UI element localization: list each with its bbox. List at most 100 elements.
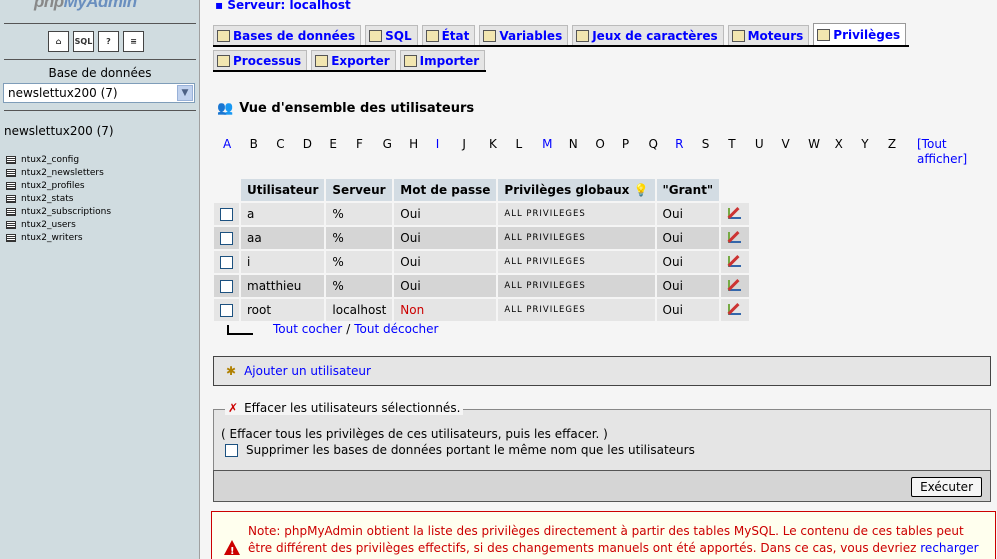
letter-b: B: [249, 137, 258, 151]
uncheck-all-link[interactable]: Tout décocher: [354, 322, 438, 336]
table-list-item[interactable]: ntux2_writers: [6, 231, 111, 244]
divider: [4, 110, 196, 111]
delete-info-text: ( Effacer tous les privilèges de ces uti…: [221, 427, 608, 441]
column-header-text: Utilisateur: [247, 183, 319, 197]
home-icon[interactable]: ⌂: [48, 31, 69, 52]
add-user-link[interactable]: Ajouter un utilisateur: [244, 364, 371, 378]
letter-a[interactable]: A: [223, 137, 250, 151]
row-select-cell: [214, 299, 239, 321]
row-checkbox[interactable]: [220, 280, 233, 293]
tab-bases-de-donn-es[interactable]: Bases de données: [213, 25, 362, 46]
table-icon[interactable]: [6, 181, 16, 190]
column-header-text: Mot de passe: [400, 183, 491, 197]
users-icon: 👥: [217, 101, 234, 116]
row-checkbox[interactable]: [220, 232, 233, 245]
table-icon[interactable]: [6, 207, 16, 216]
table-name: ntux2_writers: [21, 232, 83, 243]
table-list-item[interactable]: ntux2_stats: [6, 192, 111, 205]
execute-button[interactable]: Exécuter: [911, 477, 982, 497]
edit-privileges-icon[interactable]: [727, 278, 743, 292]
table-name: ntux2_config: [21, 154, 80, 165]
letter-i[interactable]: I: [436, 137, 463, 151]
edit-privileges-icon[interactable]: [727, 254, 743, 268]
table-list-item[interactable]: ntux2_profiles: [6, 179, 111, 192]
server-link[interactable]: localhost: [289, 0, 350, 12]
drop-databases-checkbox[interactable]: [225, 443, 238, 457]
letter-h: H: [409, 137, 419, 151]
tab-jeux-de-caract-res[interactable]: Jeux de caractères: [572, 25, 724, 46]
row-select-cell: [214, 203, 239, 225]
database-name[interactable]: newslettux200 (7): [4, 124, 114, 138]
chevron-down-icon[interactable]: ▼: [177, 85, 193, 101]
column-header-text: Serveur: [332, 183, 386, 197]
navigation-frame: phpMyAdmin ⌂ SQL ? ≡ Base de données new…: [0, 0, 200, 559]
row-checkbox[interactable]: [220, 208, 233, 221]
row-checkbox[interactable]: [220, 304, 233, 317]
letter-m[interactable]: M: [542, 137, 569, 151]
table-list-item[interactable]: ntux2_subscriptions: [6, 205, 111, 218]
edit-cell: [721, 203, 750, 225]
tab-label: Importer: [419, 54, 480, 68]
table-list-item[interactable]: ntux2_config: [6, 153, 111, 166]
show-all-link[interactable]: [Tout afficher]: [917, 137, 967, 167]
tab-label: Variables: [499, 29, 563, 43]
tab-label: État: [441, 29, 470, 43]
table-icon[interactable]: [6, 233, 16, 242]
user-cell: a: [241, 203, 325, 225]
edit-privileges-icon[interactable]: [727, 302, 743, 316]
grant-cell: Oui: [656, 227, 720, 249]
tab-sql[interactable]: SQL: [365, 25, 418, 46]
column-header: Serveur: [326, 179, 393, 201]
table-icon[interactable]: [6, 155, 16, 164]
header-spacer: [214, 179, 239, 201]
table-name: ntux2_subscriptions: [21, 206, 112, 217]
check-controls: Tout cocher / Tout décocher: [223, 322, 438, 336]
delete-legend-text: Effacer les utilisateurs sélectionnés.: [244, 401, 461, 415]
tab-importer[interactable]: Importer: [399, 50, 486, 71]
docs-icon[interactable]: ≡: [123, 31, 144, 52]
table-icon[interactable]: [6, 194, 16, 203]
table-icon[interactable]: [6, 220, 16, 229]
password-cell: Oui: [394, 251, 497, 273]
tab--tat[interactable]: État: [421, 25, 476, 46]
phpmyadmin-logo[interactable]: phpMyAdmin: [34, 0, 137, 12]
server-icon: ▪: [215, 0, 224, 12]
show-all-text: [Tout: [917, 137, 947, 151]
tab-divider: [213, 70, 486, 72]
tab-privil-ges[interactable]: Privilèges: [813, 23, 907, 46]
table-icon[interactable]: [6, 168, 16, 177]
password-cell: Oui: [394, 275, 497, 297]
row-checkbox[interactable]: [220, 256, 233, 269]
user-cell: aa: [241, 227, 325, 249]
user-cell: root: [241, 299, 325, 321]
divider: [4, 23, 196, 24]
edit-privileges-icon[interactable]: [727, 230, 743, 244]
tab-processus[interactable]: Processus: [213, 50, 308, 71]
tab-variables[interactable]: Variables: [479, 25, 569, 46]
help-bulb-icon[interactable]: 💡: [634, 183, 649, 197]
letter-d: D: [302, 137, 313, 151]
tab-moteurs[interactable]: Moteurs: [727, 25, 810, 46]
database-select[interactable]: newslettux200 (7) ▼: [3, 83, 195, 103]
help-icon[interactable]: ?: [98, 31, 119, 52]
add-user-box: ✱ Ajouter un utilisateur: [213, 356, 991, 386]
privileges-cell: ALL PRIVILEGES: [498, 227, 655, 249]
tab-icon: [315, 55, 329, 67]
privileges-cell: ALL PRIVILEGES: [498, 299, 655, 321]
tab-exporter[interactable]: Exporter: [311, 50, 396, 71]
letter-r[interactable]: R: [675, 137, 702, 151]
check-all-link[interactable]: Tout cocher: [273, 322, 342, 336]
table-name: ntux2_profiles: [21, 180, 85, 191]
edit-cell: [721, 251, 750, 273]
delete-users-legend: ✗ Effacer les utilisateurs sélectionnés.: [225, 401, 464, 415]
show-all-text-2: afficher]: [917, 152, 968, 166]
table-list-item[interactable]: ntux2_newsletters: [6, 166, 111, 179]
warning-note: ! Note: phpMyAdmin obtient la liste des …: [211, 511, 996, 559]
edit-privileges-icon[interactable]: [727, 206, 743, 220]
row-select-cell: [214, 227, 239, 249]
tab-icon: [217, 55, 230, 67]
sql-icon[interactable]: SQL: [73, 31, 94, 52]
table-list-item[interactable]: ntux2_users: [6, 218, 111, 231]
drop-databases-option: Supprimer les bases de données portant l…: [225, 443, 695, 457]
table-row: aa% Oui ALL PRIVILEGES Oui: [214, 227, 750, 249]
